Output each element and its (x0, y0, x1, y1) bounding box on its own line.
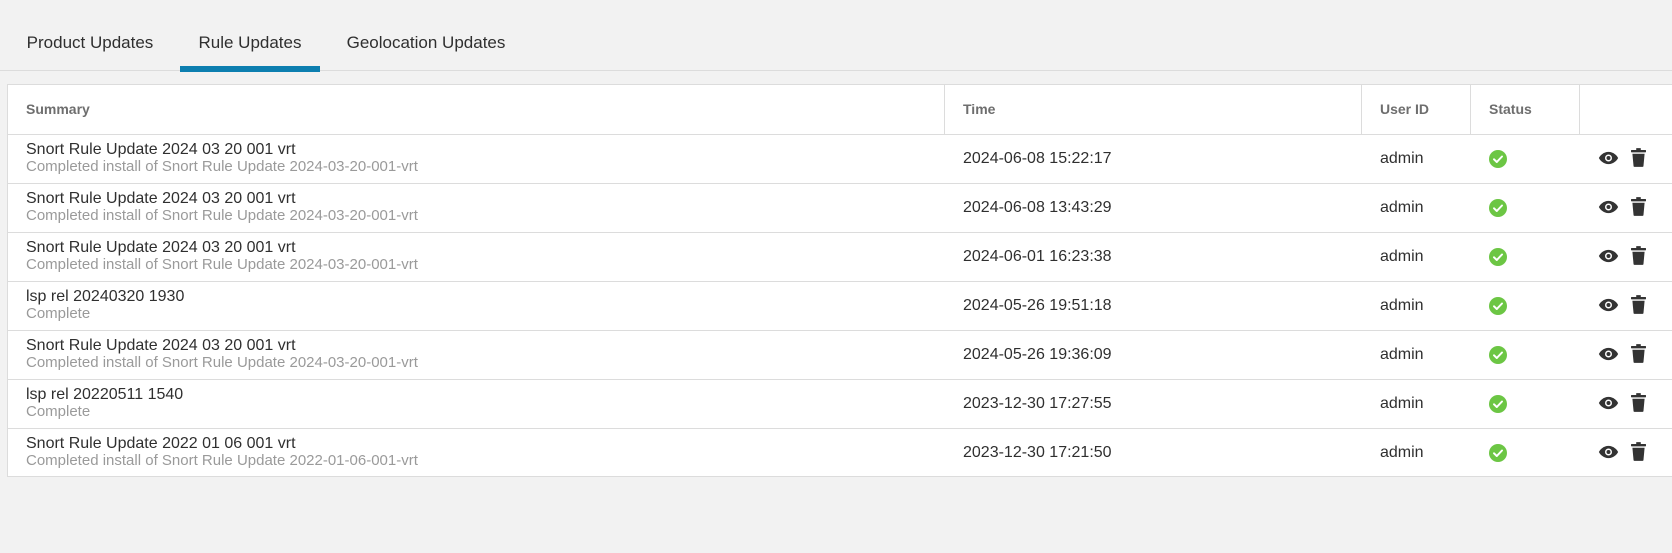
tab-geolocation-updates[interactable]: Geolocation Updates (326, 0, 526, 71)
user-cell: admin (1380, 150, 1424, 167)
user-cell: admin (1380, 444, 1424, 461)
time-cell: 2024-06-08 13:43:29 (963, 199, 1112, 216)
table-row: lsp rel 20240320 1930 Complete 2024-05-2… (8, 282, 1672, 331)
check-circle-icon (1489, 150, 1507, 168)
header-status[interactable]: Status (1471, 85, 1580, 134)
table-header: Summary Time User ID Status (8, 85, 1672, 135)
table-row: Snort Rule Update 2024 03 20 001 vrt Com… (8, 184, 1672, 233)
table-row: Snort Rule Update 2022 01 06 001 vrt Com… (8, 429, 1672, 476)
tab-bar: Product Updates Rule Updates Geolocation… (0, 0, 1672, 72)
actions-cell (1598, 429, 1668, 476)
summary-cell: Snort Rule Update 2024 03 20 001 vrt Com… (26, 331, 926, 379)
summary-title: Snort Rule Update 2024 03 20 001 vrt (26, 337, 296, 354)
summary-subtitle: Complete (26, 403, 91, 420)
status-cell (1489, 233, 1519, 281)
status-cell (1489, 184, 1519, 232)
eye-icon[interactable] (1598, 347, 1619, 361)
summary-cell: lsp rel 20220511 1540 Complete (26, 380, 926, 428)
check-circle-icon (1489, 395, 1507, 413)
summary-cell: Snort Rule Update 2024 03 20 001 vrt Com… (26, 233, 926, 281)
header-time[interactable]: Time (945, 85, 1362, 134)
status-cell (1489, 331, 1519, 379)
header-user-id[interactable]: User ID (1362, 85, 1471, 134)
tab-rule-updates[interactable]: Rule Updates (180, 0, 320, 72)
summary-title: Snort Rule Update 2022 01 06 001 vrt (26, 435, 296, 452)
trash-icon[interactable] (1631, 344, 1646, 363)
eye-icon[interactable] (1598, 396, 1619, 410)
status-cell (1489, 282, 1519, 330)
status-cell (1489, 429, 1519, 476)
actions-cell (1598, 233, 1668, 281)
time-cell: 2024-06-01 16:23:38 (963, 248, 1112, 265)
header-summary[interactable]: Summary (8, 85, 945, 134)
trash-icon[interactable] (1631, 393, 1646, 412)
trash-icon[interactable] (1631, 197, 1646, 216)
trash-icon[interactable] (1631, 246, 1646, 265)
summary-subtitle: Completed install of Snort Rule Update 2… (26, 354, 418, 371)
actions-cell (1598, 331, 1668, 379)
user-cell: admin (1380, 297, 1424, 314)
user-cell: admin (1380, 248, 1424, 265)
table-row: Snort Rule Update 2024 03 20 001 vrt Com… (8, 233, 1672, 282)
summary-title: Snort Rule Update 2024 03 20 001 vrt (26, 239, 296, 256)
eye-icon[interactable] (1598, 445, 1619, 459)
status-cell (1489, 380, 1519, 428)
trash-icon[interactable] (1631, 295, 1646, 314)
user-cell: admin (1380, 346, 1424, 363)
updates-table: Summary Time User ID Status Snort Rule U… (7, 84, 1672, 477)
table-row: Snort Rule Update 2024 03 20 001 vrt Com… (8, 135, 1672, 184)
table-row: lsp rel 20220511 1540 Complete 2023-12-3… (8, 380, 1672, 429)
eye-icon[interactable] (1598, 151, 1619, 165)
time-cell: 2024-06-08 15:22:17 (963, 150, 1112, 167)
user-cell: admin (1380, 395, 1424, 412)
summary-cell: Snort Rule Update 2022 01 06 001 vrt Com… (26, 429, 926, 476)
eye-icon[interactable] (1598, 200, 1619, 214)
summary-subtitle: Completed install of Snort Rule Update 2… (26, 256, 418, 273)
check-circle-icon (1489, 346, 1507, 364)
status-cell (1489, 135, 1519, 183)
actions-cell (1598, 135, 1668, 183)
trash-icon[interactable] (1631, 148, 1646, 167)
check-circle-icon (1489, 199, 1507, 217)
summary-title: Snort Rule Update 2024 03 20 001 vrt (26, 190, 296, 207)
check-circle-icon (1489, 444, 1507, 462)
eye-icon[interactable] (1598, 298, 1619, 312)
time-cell: 2023-12-30 17:21:50 (963, 444, 1112, 461)
check-circle-icon (1489, 297, 1507, 315)
actions-cell (1598, 282, 1668, 330)
summary-subtitle: Complete (26, 305, 91, 322)
summary-subtitle: Completed install of Snort Rule Update 2… (26, 158, 418, 175)
summary-subtitle: Completed install of Snort Rule Update 2… (26, 207, 418, 224)
time-cell: 2024-05-26 19:36:09 (963, 346, 1112, 363)
summary-cell: lsp rel 20240320 1930 Complete (26, 282, 926, 330)
summary-title: Snort Rule Update 2024 03 20 001 vrt (26, 141, 296, 158)
header-actions (1580, 85, 1672, 134)
time-cell: 2023-12-30 17:27:55 (963, 395, 1112, 412)
summary-title: lsp rel 20240320 1930 (26, 288, 185, 305)
summary-cell: Snort Rule Update 2024 03 20 001 vrt Com… (26, 135, 926, 183)
actions-cell (1598, 184, 1668, 232)
summary-cell: Snort Rule Update 2024 03 20 001 vrt Com… (26, 184, 926, 232)
trash-icon[interactable] (1631, 442, 1646, 461)
check-circle-icon (1489, 248, 1507, 266)
user-cell: admin (1380, 199, 1424, 216)
actions-cell (1598, 380, 1668, 428)
summary-title: lsp rel 20220511 1540 (26, 386, 184, 403)
time-cell: 2024-05-26 19:51:18 (963, 297, 1112, 314)
table-row: Snort Rule Update 2024 03 20 001 vrt Com… (8, 331, 1672, 380)
eye-icon[interactable] (1598, 249, 1619, 263)
tab-product-updates[interactable]: Product Updates (8, 0, 172, 71)
summary-subtitle: Completed install of Snort Rule Update 2… (26, 452, 418, 469)
